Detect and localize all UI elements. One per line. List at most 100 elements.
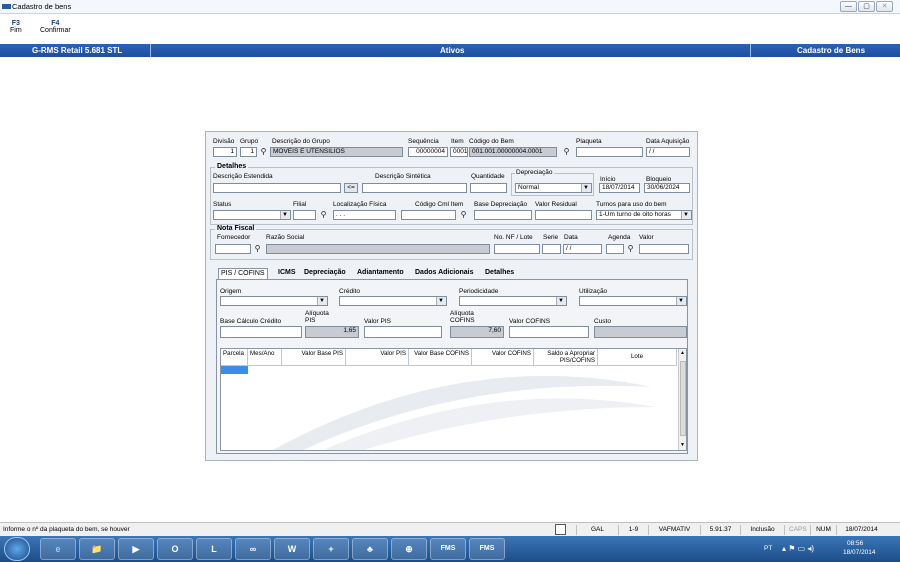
f3-button[interactable]: F3 Fim <box>10 20 22 34</box>
razao-social-field <box>266 244 490 254</box>
folder-icon[interactable]: 📁 <box>79 538 115 560</box>
grid-header-valor-base-pis[interactable]: Valor Base PIS <box>282 349 346 366</box>
tab-detalhes[interactable]: Detalhes <box>483 268 516 277</box>
language-indicator[interactable]: PT <box>764 545 772 552</box>
tab-adiantamento[interactable]: Adiantamento <box>355 268 406 277</box>
codigo-bem-field: 001.001.00000004.0001 <box>469 147 557 157</box>
lync-icon[interactable]: L <box>196 538 232 560</box>
app-icon[interactable]: ♣ <box>352 538 388 560</box>
binoculars-icon[interactable]: ⚲ <box>253 245 262 253</box>
data-aquisicao-label: Data Aquisição <box>646 138 690 145</box>
maximize-button[interactable]: ▢ <box>858 1 875 12</box>
nf-lote-input[interactable] <box>494 244 540 254</box>
f4-button[interactable]: F4 Confirmar <box>40 20 71 34</box>
valor-input[interactable] <box>639 244 689 254</box>
fornecedor-input[interactable] <box>215 244 251 254</box>
turnos-select[interactable]: 1-Um turno de oito horas ▼ <box>596 210 692 220</box>
chevron-down-icon: ▼ <box>678 298 684 304</box>
grid-header-mes-ano[interactable]: Mes/Ano <box>248 349 282 366</box>
copy-description-button[interactable]: <= <box>344 183 358 193</box>
grid-header-valor-cofins[interactable]: Valor COFINS <box>472 349 534 366</box>
desc-sintetica-input[interactable] <box>362 183 467 193</box>
grid-header-saldo[interactable]: Saldo a Apropriar PIS/COFINS <box>534 349 598 366</box>
desc-estendida-input[interactable] <box>213 183 341 193</box>
valor-pis-input[interactable] <box>364 326 442 338</box>
periodicidade-select[interactable]: ▼ <box>459 296 567 306</box>
fms-app-button[interactable]: FMS <box>430 538 466 560</box>
tab-dados-adicionais[interactable]: Dados Adicionais <box>413 268 475 277</box>
localizacao-input[interactable]: . . . <box>333 210 396 220</box>
outlook-icon[interactable]: O <box>157 538 193 560</box>
app-icon <box>2 4 11 9</box>
turnos-value: 1-Um turno de oito horas <box>599 211 671 218</box>
valor-residual-label: Valor Residual <box>535 201 577 208</box>
grid-scrollbar[interactable]: ▲ ▼ <box>678 349 686 450</box>
media-player-icon[interactable]: ▶ <box>118 538 154 560</box>
scroll-up-icon[interactable]: ▲ <box>680 350 685 356</box>
binoculars-icon[interactable]: ⚲ <box>562 148 571 156</box>
window-title: Cadastro de bens <box>12 2 72 11</box>
utilizacao-select[interactable]: ▼ <box>579 296 687 306</box>
data-aquisicao-field[interactable]: / / <box>646 147 690 157</box>
fms-app-button[interactable]: FMS <box>469 538 505 560</box>
cadastro-panel: Divisão 1 Grupo 1 ⚲ Descrição do Grupo M… <box>205 131 698 461</box>
app-icon[interactable]: + <box>313 538 349 560</box>
quantidade-input[interactable] <box>470 183 507 193</box>
inicio-field[interactable]: 18/07/2014 <box>599 183 640 193</box>
grid-header-valor-pis[interactable]: Valor PIS <box>346 349 409 366</box>
grid-header-valor-base-cofins[interactable]: Valor Base COFINS <box>409 349 472 366</box>
clock-time[interactable]: 08:56 <box>847 540 863 547</box>
tray-icons[interactable]: ▴ ⚑ ▭ ◂) <box>782 544 814 553</box>
scroll-thumb[interactable] <box>680 361 686 436</box>
plaqueta-input[interactable] <box>576 147 643 157</box>
codigo-cml-input[interactable] <box>401 210 456 220</box>
agenda-input[interactable] <box>606 244 624 254</box>
aliq-cofins-label: Alíquota COFINS <box>450 310 475 324</box>
binoculars-icon[interactable]: ⚲ <box>319 211 328 219</box>
app-icon[interactable]: ⊕ <box>391 538 427 560</box>
clock-date[interactable]: 18/07/2014 <box>843 549 876 556</box>
grupo-field[interactable]: 1 <box>240 147 257 157</box>
valor-residual-input[interactable] <box>535 210 592 220</box>
grupo-label: Grupo <box>240 138 259 145</box>
grid-header-parcela[interactable]: Parcela <box>221 349 248 366</box>
parcelas-grid[interactable]: Parcela Mes/Ano Valor Base PIS Valor PIS… <box>220 348 687 451</box>
localizacao-label: Localização Física <box>333 201 387 208</box>
origem-select[interactable]: ▼ <box>220 296 328 306</box>
start-button[interactable] <box>4 537 30 561</box>
divisao-field[interactable]: 1 <box>213 147 237 157</box>
credito-select[interactable]: ▼ <box>339 296 447 306</box>
grid-header-lote[interactable]: Lote <box>598 349 677 366</box>
module-header: G-RMS Retail 5.681 STL Ativos Cadastro d… <box>0 44 900 57</box>
remote-icon[interactable]: ∞ <box>235 538 271 560</box>
base-calc-input[interactable] <box>220 326 302 338</box>
binoculars-icon[interactable]: ⚲ <box>626 245 635 253</box>
chevron-down-icon: ▼ <box>683 212 689 218</box>
item-label: Item <box>451 138 464 145</box>
word-icon[interactable]: W <box>274 538 310 560</box>
item-field[interactable]: 0001 <box>450 147 468 157</box>
bloqueio-label: Bloqueio <box>646 176 672 183</box>
data-input[interactable]: / / <box>563 244 602 254</box>
base-dep-input[interactable] <box>474 210 532 220</box>
grid-selected-cell[interactable] <box>221 366 248 374</box>
tab-icms[interactable]: ICMS <box>276 268 298 277</box>
minimize-button[interactable]: — <box>840 1 857 12</box>
filial-input[interactable] <box>293 210 316 220</box>
module-name: Ativos <box>440 46 465 55</box>
sequencia-field[interactable]: 00000004 <box>408 147 448 157</box>
desc-grupo-label: Descrição do Grupo <box>272 138 330 145</box>
binoculars-icon[interactable]: ⚲ <box>459 211 468 219</box>
binoculars-icon[interactable]: ⚲ <box>259 148 268 156</box>
serie-input[interactable] <box>542 244 561 254</box>
ie-icon[interactable]: e <box>40 538 76 560</box>
status-date: 18/07/2014 <box>836 525 886 535</box>
status-select[interactable]: ▼ <box>213 210 291 220</box>
scroll-down-icon[interactable]: ▼ <box>680 442 685 448</box>
valor-cofins-input[interactable] <box>509 326 589 338</box>
pis-cofins-tab-content: Origem ▼ Crédito ▼ Periodicidade ▼ Utili… <box>216 279 688 454</box>
bloqueio-field[interactable]: 30/06/2024 <box>644 183 690 193</box>
tab-depreciacao[interactable]: Depreciação <box>302 268 348 277</box>
depreciacao-select[interactable]: Normal ▼ <box>515 183 592 193</box>
close-button[interactable]: ✕ <box>876 1 893 12</box>
